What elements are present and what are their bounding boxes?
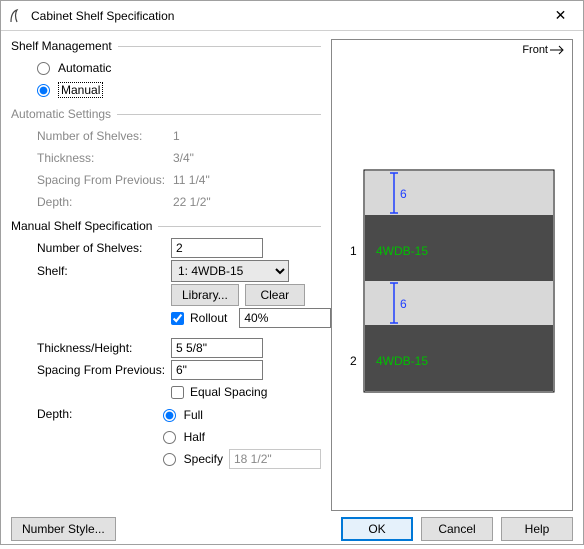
label-depth: Depth: [37,404,163,421]
group-label: Shelf Management [11,39,112,53]
preview-label-1: 4WDB-15 [376,244,428,258]
checkbox-rollout[interactable] [171,312,184,325]
titlebar: Cabinet Shelf Specification ✕ [1,1,583,31]
group-shelf-management: Shelf Management Automatic Manual [11,39,321,101]
value-auto-thickness: 3/4" [171,151,194,165]
group-divider [118,46,321,47]
group-header-manual-spec: Manual Shelf Specification [11,219,321,233]
preview-index-1: 1 [350,244,357,258]
label-shelf: Shelf: [37,264,171,278]
row-shelf: Shelf: 1: 4WDB-15 [11,259,321,283]
ok-button[interactable]: OK [341,517,413,541]
row-auto-spacing: Spacing From Previous: 11 1/4" [11,169,321,191]
close-icon: ✕ [555,7,567,24]
value-auto-num-shelves: 1 [171,129,180,143]
select-shelf[interactable]: 1: 4WDB-15 [171,260,289,282]
row-rollout: Rollout [11,307,321,329]
value-auto-depth: 22 1/2" [171,195,211,209]
row-spacing: Spacing From Previous: [11,359,321,381]
close-button[interactable]: ✕ [538,1,583,31]
row-auto-depth: Depth: 22 1/2" [11,191,321,213]
dialog-window: Cabinet Shelf Specification ✕ Shelf Mana… [0,0,584,545]
input-thickness[interactable] [171,338,263,358]
group-label: Manual Shelf Specification [11,219,152,233]
radio-automatic-row: Automatic [11,57,321,79]
content-area: Shelf Management Automatic Manual Automa… [1,31,583,517]
radio-depth-full-row: Full [163,404,321,426]
row-depth: Depth: Full Half Specify [11,403,321,471]
radio-depth-specify[interactable] [163,453,176,466]
input-spacing[interactable] [171,360,263,380]
radio-depth-specify-row: Specify [163,448,321,470]
group-header-automatic-settings: Automatic Settings [11,107,321,121]
input-depth-specify [229,449,321,469]
value-auto-spacing: 11 1/4" [171,173,210,187]
label-thickness: Thickness/Height: [37,341,171,355]
group-label: Automatic Settings [11,107,111,121]
label-depth-full[interactable]: Full [182,408,203,422]
checkbox-equal-spacing[interactable] [171,386,184,399]
footer: Number Style... OK Cancel Help [1,517,583,549]
radio-depth-full[interactable] [163,409,176,422]
clear-button[interactable]: Clear [245,284,305,306]
label-auto-thickness: Thickness: [37,151,171,165]
preview-front-label: Front [522,44,566,56]
preview-svg: 6 6 1 2 4WDB-15 4WDB-15 [332,40,572,510]
help-button[interactable]: Help [501,517,573,541]
radio-manual-label[interactable]: Manual [56,83,103,97]
group-header-shelf-management: Shelf Management [11,39,321,53]
group-divider [158,226,321,227]
radio-automatic-label[interactable]: Automatic [56,61,111,75]
cancel-button[interactable]: Cancel [421,517,493,541]
row-auto-num-shelves: Number of Shelves: 1 [11,125,321,147]
left-pane: Shelf Management Automatic Manual Automa… [11,39,321,517]
radio-manual-row: Manual [11,79,321,101]
label-auto-depth: Depth: [37,195,171,209]
row-shelf-buttons: Library... Clear [11,283,321,307]
preview-dim-2: 6 [400,297,407,311]
preview-label-2: 4WDB-15 [376,354,428,368]
input-num-shelves[interactable] [171,238,263,258]
row-auto-thickness: Thickness: 3/4" [11,147,321,169]
window-title: Cabinet Shelf Specification [31,9,538,23]
radio-manual[interactable] [37,84,50,97]
radio-depth-half-row: Half [163,426,321,448]
label-spacing: Spacing From Previous: [37,363,171,377]
number-style-button[interactable]: Number Style... [11,517,116,541]
preview-pane: Front [331,39,573,511]
label-auto-spacing: Spacing From Previous: [37,173,171,187]
radio-automatic[interactable] [37,62,50,75]
library-button[interactable]: Library... [171,284,239,306]
row-equal-spacing: Equal Spacing [11,381,321,403]
app-icon [9,8,25,24]
group-divider [117,114,321,115]
radio-depth-half[interactable] [163,431,176,444]
label-depth-specify[interactable]: Specify [182,452,223,466]
depth-options: Full Half Specify [163,404,321,470]
group-automatic-settings: Automatic Settings Number of Shelves: 1 … [11,107,321,213]
row-num-shelves: Number of Shelves: [11,237,321,259]
group-manual-spec: Manual Shelf Specification Number of She… [11,219,321,471]
preview-dim-1: 6 [400,187,407,201]
label-auto-num-shelves: Number of Shelves: [37,129,171,143]
label-num-shelves: Number of Shelves: [37,241,171,255]
row-thickness: Thickness/Height: [11,337,321,359]
label-equal-spacing[interactable]: Equal Spacing [190,385,267,399]
label-rollout[interactable]: Rollout [190,311,227,325]
label-depth-half[interactable]: Half [182,430,205,444]
preview-index-2: 2 [350,354,357,368]
input-rollout[interactable] [239,308,331,328]
